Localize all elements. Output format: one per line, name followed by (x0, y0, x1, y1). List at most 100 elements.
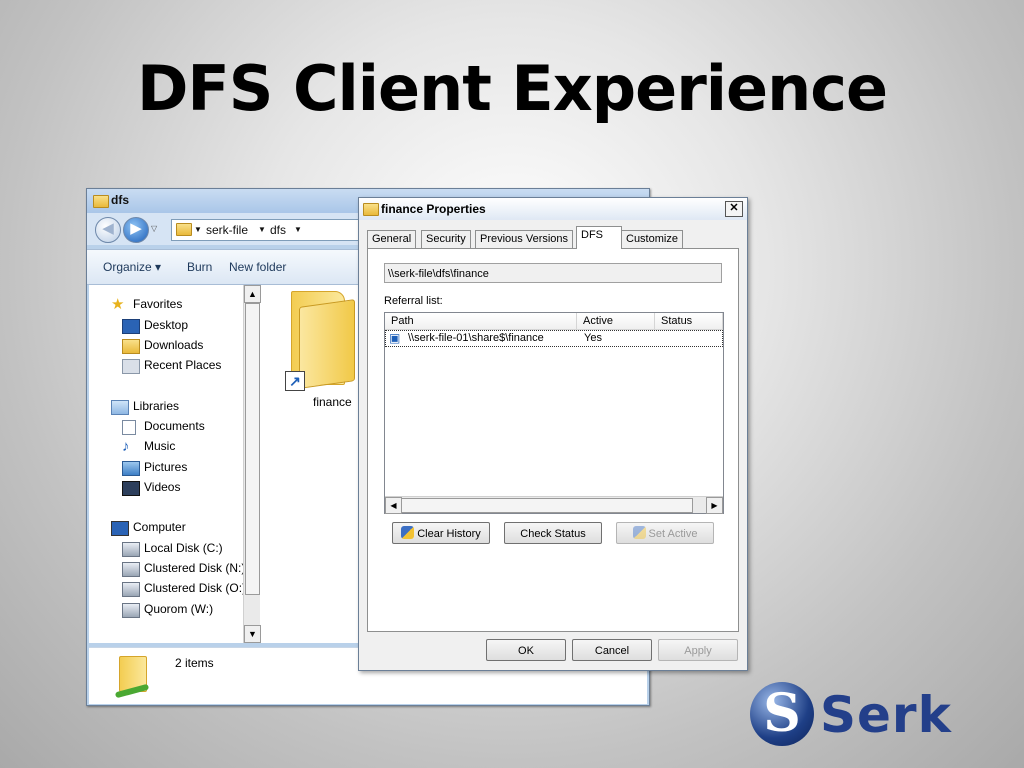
scrollbar-thumb[interactable] (245, 303, 260, 595)
folder-front (299, 299, 355, 389)
sidebar-item-downloads[interactable]: Downloads (122, 338, 204, 354)
logo-text: Serk (820, 686, 952, 744)
close-icon[interactable]: ✕ (725, 201, 743, 217)
back-button[interactable]: ◀ (95, 217, 121, 243)
folder-icon (176, 223, 192, 236)
item-count: 2 items (175, 656, 214, 670)
column-status[interactable]: Status (655, 313, 723, 329)
nav-scrollbar[interactable]: ▲ ▼ (243, 285, 261, 643)
breadcrumb-serk-file[interactable]: serk-file (206, 220, 248, 240)
drive-icon (122, 582, 140, 597)
folder-icon (363, 203, 379, 216)
music-icon: ♪ (122, 438, 130, 455)
breadcrumb-dfs[interactable]: dfs (270, 220, 286, 240)
sidebar-item-pictures[interactable]: Pictures (122, 460, 188, 476)
sidebar-item-label: Pictures (144, 460, 188, 474)
referral-list[interactable]: Path Active Status ▣ \\serk-file-01\shar… (384, 312, 724, 514)
ok-button[interactable]: OK (486, 639, 566, 661)
sidebar-item-libraries[interactable]: Libraries (111, 399, 180, 415)
scroll-up-arrow-icon[interactable]: ▲ (244, 285, 261, 303)
star-icon: ★ (111, 296, 125, 313)
logo-s-glyph: S (763, 683, 801, 744)
dialog-titlebar[interactable]: finance Properties ✕ (359, 198, 747, 220)
shield-icon (401, 526, 415, 539)
sidebar-item-label: Libraries (133, 399, 180, 413)
sidebar-item-label: Documents (144, 419, 205, 433)
folder-icon (113, 654, 153, 699)
forward-button[interactable]: ▶ (123, 217, 149, 243)
shield-icon (632, 526, 646, 539)
chevron-down-icon[interactable]: ▼ (258, 220, 266, 240)
button-label: Clear History (417, 528, 481, 540)
sidebar-item-clustered-o[interactable]: Clustered Disk (O:) (122, 581, 247, 597)
desktop-icon (122, 319, 140, 334)
sidebar-item-favorites[interactable]: ★ Favorites (111, 297, 183, 312)
sidebar-item-label: Clustered Disk (O:) (144, 581, 247, 595)
sidebar-item-label: Favorites (133, 297, 183, 311)
button-label: Set Active (648, 528, 698, 540)
sidebar-item-label: Videos (144, 480, 181, 494)
sidebar-item-documents[interactable]: Documents (122, 419, 205, 435)
server-icon: ▣ (389, 331, 401, 345)
sidebar-item-local-disk[interactable]: Local Disk (C:) (122, 541, 223, 557)
computer-icon (111, 521, 129, 536)
navigation-pane: ★ Favorites Desktop Downloads Recent Pla… (89, 285, 247, 643)
clear-history-button[interactable]: Clear History (392, 522, 490, 544)
scroll-left-arrow-icon[interactable]: ◀ (385, 497, 402, 514)
tab-general[interactable]: General (367, 230, 417, 248)
organize-button[interactable]: Organize ▾ (103, 260, 161, 274)
sidebar-item-label: Computer (133, 520, 186, 534)
scrollbar-thumb[interactable] (401, 498, 693, 513)
slide-title: DFS Client Experience (136, 52, 888, 125)
serk-logo: S Serk (748, 680, 998, 750)
drive-icon (122, 603, 140, 618)
sidebar-item-videos[interactable]: Videos (122, 480, 181, 496)
dfs-tab-page: \\serk-file\dfs\finance Referral list: P… (367, 248, 739, 632)
sidebar-item-clustered-n[interactable]: Clustered Disk (N:) (122, 561, 246, 577)
pictures-icon (122, 461, 140, 476)
apply-button[interactable]: Apply (658, 639, 738, 661)
history-dropdown-icon[interactable]: ▽ (151, 224, 157, 233)
logo-mark: S (750, 682, 814, 746)
sidebar-item-label: Downloads (144, 338, 204, 352)
column-path[interactable]: Path (385, 313, 577, 329)
set-active-button[interactable]: Set Active (616, 522, 714, 544)
sidebar-item-music[interactable]: ♪ Music (122, 439, 176, 454)
folder-icon (93, 195, 109, 208)
sidebar-item-label: Music (144, 439, 176, 453)
sidebar-item-label: Desktop (144, 318, 189, 332)
scroll-right-arrow-icon[interactable]: ▶ (706, 497, 723, 514)
dialog-title: finance Properties (381, 202, 486, 216)
downloads-folder-icon (122, 339, 140, 354)
sidebar-item-computer[interactable]: Computer (111, 520, 186, 536)
sidebar-item-label: Quorom (W:) (144, 602, 214, 616)
sidebar-item-label: Recent Places (144, 358, 222, 372)
recent-places-icon (122, 359, 140, 374)
check-status-button[interactable]: Check Status (504, 522, 602, 544)
sidebar-item-label: Clustered Disk (N:) (144, 561, 246, 575)
sidebar-item-recent-places[interactable]: Recent Places (122, 358, 222, 374)
column-active[interactable]: Active (577, 313, 655, 329)
row-active: Yes (584, 332, 602, 344)
chevron-down-icon[interactable]: ▼ (194, 220, 202, 240)
scroll-down-arrow-icon[interactable]: ▼ (244, 625, 261, 643)
sidebar-item-quorom[interactable]: Quorom (W:) (122, 602, 214, 618)
tab-security[interactable]: Security (421, 230, 471, 248)
burn-button[interactable]: Burn (187, 260, 212, 274)
sidebar-item-desktop[interactable]: Desktop (122, 318, 189, 334)
cancel-button[interactable]: Cancel (572, 639, 652, 661)
chevron-down-icon[interactable]: ▼ (294, 220, 302, 240)
table-row[interactable]: ▣ \\serk-file-01\share$\finance Yes (385, 330, 723, 347)
tab-dfs[interactable]: DFS (576, 226, 622, 249)
dfs-path-field: \\serk-file\dfs\finance (384, 263, 722, 283)
list-hscrollbar[interactable]: ◀ ▶ (385, 496, 723, 514)
folder-label[interactable]: finance (313, 395, 352, 409)
drive-icon (122, 562, 140, 577)
documents-icon (122, 420, 136, 435)
tab-previous-versions[interactable]: Previous Versions (475, 230, 574, 248)
tab-customize[interactable]: Customize (621, 230, 683, 248)
finance-folder-item[interactable] (291, 291, 355, 389)
list-header: Path Active Status (385, 313, 723, 330)
new-folder-button[interactable]: New folder (229, 260, 286, 274)
libraries-icon (111, 400, 129, 415)
